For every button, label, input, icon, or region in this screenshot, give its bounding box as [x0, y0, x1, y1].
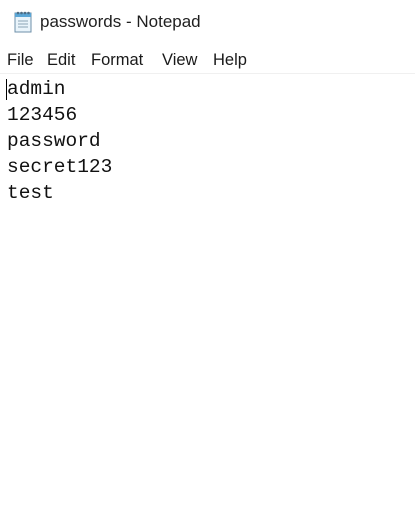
window-title: passwords - Notepad	[40, 12, 201, 31]
text-line[interactable]: test	[7, 180, 112, 206]
editor-content[interactable]: admin 123456 password secret123 test	[7, 76, 112, 206]
title-bar[interactable]: passwords - Notepad	[0, 0, 415, 44]
notepad-icon	[14, 11, 32, 33]
menu-bar: File Edit Format View Help	[0, 46, 415, 72]
text-editor-area[interactable]: admin 123456 password secret123 test	[0, 73, 415, 512]
menu-edit[interactable]: Edit	[47, 49, 75, 71]
notepad-window: passwords - Notepad File Edit Format Vie…	[0, 0, 415, 512]
menu-file[interactable]: File	[7, 49, 34, 71]
text-line[interactable]: password	[7, 128, 112, 154]
menu-view[interactable]: View	[162, 49, 197, 71]
text-line[interactable]: secret123	[7, 154, 112, 180]
text-line[interactable]: admin	[7, 76, 112, 102]
menu-format[interactable]: Format	[91, 49, 143, 71]
menu-help[interactable]: Help	[213, 49, 247, 71]
text-line[interactable]: 123456	[7, 102, 112, 128]
